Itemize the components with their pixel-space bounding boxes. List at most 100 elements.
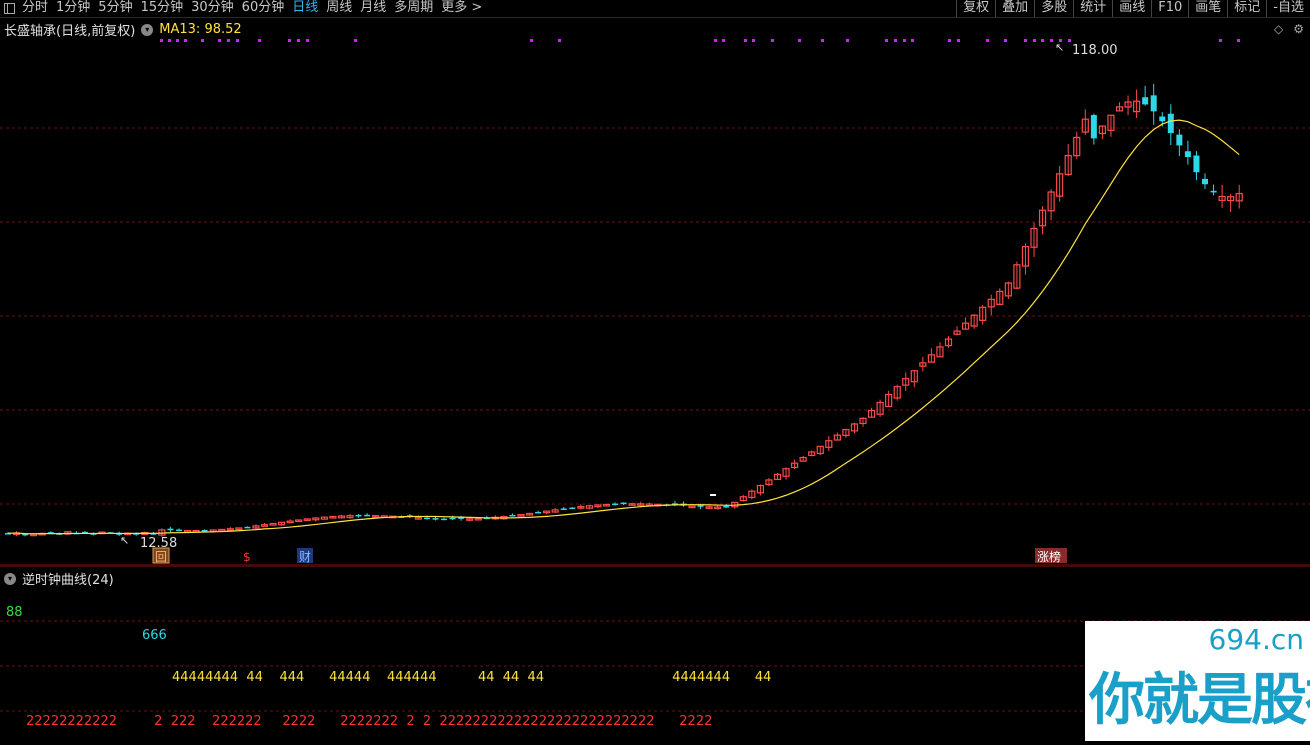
signal-dot bbox=[714, 39, 717, 42]
signal-dots bbox=[160, 39, 1240, 42]
low-arrow-icon: ↖ bbox=[120, 534, 129, 547]
toolbar-action-button[interactable]: 叠加 bbox=[995, 0, 1034, 17]
chart-marker: $ bbox=[243, 550, 251, 564]
candle-body bbox=[1176, 134, 1183, 146]
toolbar-action-button[interactable]: 复权 bbox=[956, 0, 995, 17]
ma13-line bbox=[7, 119, 1240, 535]
signal-dot bbox=[236, 39, 239, 42]
indicator-title: 逆时钟曲线(24) bbox=[22, 573, 114, 588]
candle-body bbox=[569, 507, 576, 510]
candle-body bbox=[612, 503, 619, 506]
signal-dot bbox=[948, 39, 951, 42]
signal-dot bbox=[218, 39, 221, 42]
candle-body bbox=[355, 514, 362, 517]
candle-body bbox=[1184, 151, 1191, 158]
period-toolbar: 分时 1分钟 5分钟 15分钟 30分钟 60分钟 日线 周线 月线 多周期 更多 > 复权 叠加 多股… bbox=[0, 0, 1310, 18]
chevron-down-icon[interactable]: ▾ bbox=[4, 572, 16, 585]
settings-icon[interactable]: ⚙ bbox=[1293, 22, 1304, 36]
signal-dot bbox=[752, 39, 755, 42]
indicator-value-row: 88 bbox=[6, 605, 23, 620]
signal-dot bbox=[297, 39, 300, 42]
indicator-value-row: 22222222222 2 222 222222 2222 2222222 2 … bbox=[26, 714, 712, 729]
signal-dot bbox=[1004, 39, 1007, 42]
period-tab[interactable]: 5分钟 bbox=[94, 0, 136, 17]
last-tick-mark bbox=[710, 494, 716, 496]
candle-body bbox=[1159, 116, 1166, 122]
candle-body bbox=[560, 508, 567, 510]
watermark-slogan: 你就是股神 bbox=[1089, 668, 1310, 733]
candle-body bbox=[1142, 97, 1149, 105]
kline-chart-panel[interactable]: ↖ 118.00 ↖ 12.58 回 $ 财涨榜 长盛轴承(日线,前复权) ▾ MA13: … bbox=[0, 18, 1310, 566]
toolbar-action-button[interactable]: F10 bbox=[1151, 0, 1188, 17]
signal-dot bbox=[821, 39, 824, 42]
diamond-icon[interactable]: ◇ bbox=[1274, 22, 1283, 36]
chart-marker: 涨榜 bbox=[1037, 549, 1061, 564]
chart-marker: 回 bbox=[155, 550, 167, 564]
candle-body bbox=[269, 522, 277, 526]
indicator-title-bar: ▾ 逆时钟曲线(24) bbox=[4, 569, 114, 588]
watermark-site: 694.cn bbox=[1208, 623, 1304, 656]
chevron-down-icon[interactable]: ▾ bbox=[141, 23, 154, 36]
candle-body bbox=[723, 506, 730, 508]
period-tab[interactable]: 15分钟 bbox=[137, 0, 188, 17]
signal-dot bbox=[227, 39, 230, 42]
signal-dot bbox=[846, 39, 849, 42]
candle-body bbox=[286, 520, 294, 524]
candle-body bbox=[509, 514, 516, 517]
candle-body bbox=[201, 529, 208, 532]
high-price-label: 118.00 bbox=[1072, 43, 1118, 58]
signal-dot bbox=[184, 39, 187, 42]
candle-body bbox=[364, 514, 371, 517]
candle-body bbox=[1202, 178, 1208, 185]
signal-dot bbox=[258, 39, 261, 42]
chart-controls: ◇ ⚙ bbox=[1274, 22, 1304, 36]
period-tab[interactable]: 月线 bbox=[356, 0, 390, 17]
watermark-logo: 694.cn 你就是股神 bbox=[1085, 621, 1310, 741]
signal-dot bbox=[798, 39, 801, 42]
signal-dot bbox=[1041, 39, 1044, 42]
candles-group bbox=[5, 83, 1243, 537]
period-tab[interactable]: 周线 bbox=[322, 0, 356, 17]
period-tab[interactable]: 多周期 bbox=[390, 0, 437, 17]
window-toggle-icon[interactable] bbox=[0, 0, 18, 17]
period-tab[interactable]: 60分钟 bbox=[238, 0, 289, 17]
signal-dot bbox=[530, 39, 533, 42]
chart-title-bar: 长盛轴承(日线,前复权) ▾ MA13: 98.52 bbox=[4, 20, 242, 39]
period-tab[interactable]: 30分钟 bbox=[187, 0, 238, 17]
period-tab[interactable]: 日线 bbox=[288, 0, 322, 17]
period-tab[interactable]: 更多 > bbox=[437, 0, 486, 17]
signal-dot bbox=[1068, 39, 1071, 42]
toolbar-action-button[interactable]: 画笔 bbox=[1188, 0, 1227, 17]
toolbar-action-button[interactable]: 统计 bbox=[1073, 0, 1112, 17]
candle-body bbox=[244, 526, 251, 529]
high-arrow-icon: ↖ bbox=[1055, 41, 1064, 54]
signal-dot bbox=[1050, 39, 1053, 42]
signal-dot bbox=[160, 39, 163, 42]
candle-body bbox=[1193, 155, 1200, 173]
toolbar-action-button[interactable]: 标记 bbox=[1227, 0, 1266, 17]
signal-dot bbox=[722, 39, 725, 42]
signal-dot bbox=[771, 39, 774, 42]
signal-dot bbox=[168, 39, 171, 42]
signal-dot bbox=[354, 39, 357, 42]
toolbar-action-button[interactable]: 画线 bbox=[1112, 0, 1151, 17]
candle-body bbox=[1150, 95, 1157, 112]
candle-body bbox=[1210, 190, 1217, 193]
candle-body bbox=[432, 518, 439, 520]
candle-body bbox=[1167, 113, 1174, 134]
period-tabs: 分时 1分钟 5分钟 15分钟 30分钟 60分钟 日线 周线 月线 多周期 更多 > bbox=[0, 0, 486, 17]
period-tab[interactable]: 1分钟 bbox=[52, 0, 94, 17]
signal-dot bbox=[288, 39, 291, 42]
stock-title: 长盛轴承(日线,前复权) bbox=[4, 24, 136, 39]
kline-chart[interactable]: ↖ 118.00↖ 12.58回 $ 财涨榜 bbox=[0, 18, 1310, 566]
signal-dot bbox=[201, 39, 204, 42]
signal-dot bbox=[1237, 39, 1240, 42]
toolbar-action-button[interactable]: 多股 bbox=[1034, 0, 1073, 17]
signal-dot bbox=[306, 39, 309, 42]
toolbar-action-button[interactable]: -自选 bbox=[1266, 0, 1310, 17]
signal-dot bbox=[744, 39, 747, 42]
period-tab[interactable]: 分时 bbox=[18, 0, 52, 17]
candle-body bbox=[1090, 115, 1097, 139]
signal-dot bbox=[903, 39, 906, 42]
signal-dot bbox=[1024, 39, 1027, 42]
